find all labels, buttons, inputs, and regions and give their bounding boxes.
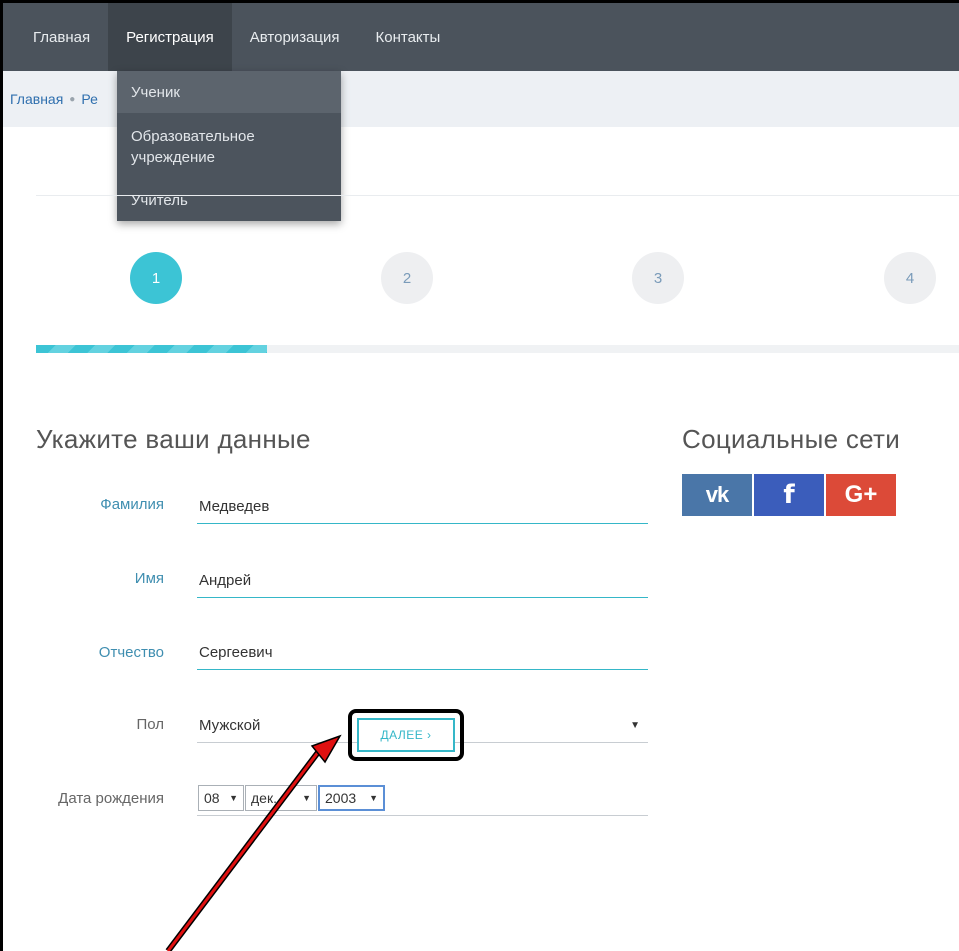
annotation-arrow-icon [165, 734, 342, 951]
